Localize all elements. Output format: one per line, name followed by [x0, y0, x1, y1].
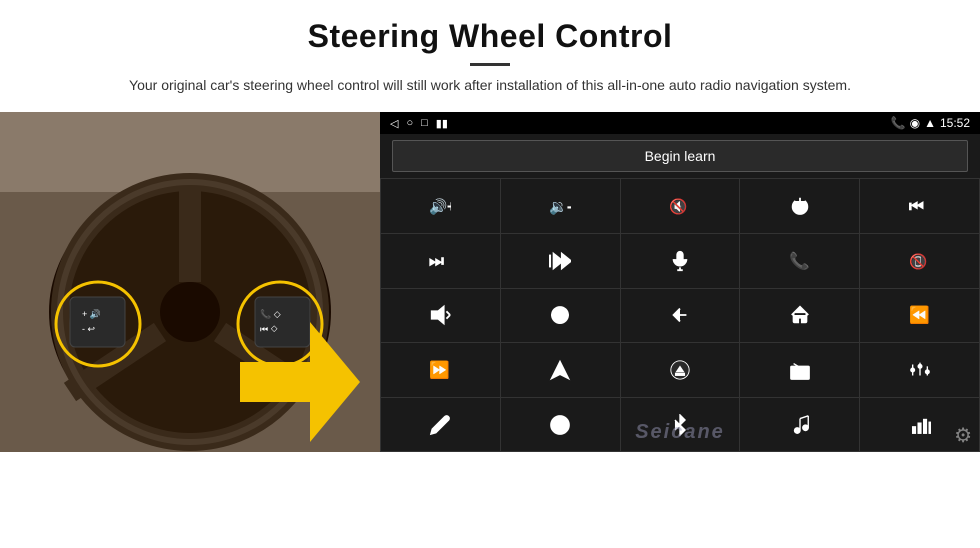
horn-button[interactable] — [381, 289, 500, 343]
android-ui-panel: ◁ ○ □ ▮▮ 📞 ◉ ▲ 15:52 Begin learn — [380, 112, 980, 452]
mute-button[interactable]: 🔇 — [621, 179, 740, 233]
radio-button[interactable] — [740, 343, 859, 397]
home-button[interactable] — [740, 289, 859, 343]
phone-icon: 📞 — [891, 116, 906, 130]
status-right: 📞 ◉ ▲ 15:52 — [891, 116, 970, 130]
svg-text:⏪: ⏪ — [909, 306, 930, 325]
page: Steering Wheel Control Your original car… — [0, 0, 980, 548]
vol-up-button[interactable]: 🔊+ — [381, 179, 500, 233]
svg-text:⏮: ⏮ — [909, 198, 924, 216]
page-title: Steering Wheel Control — [60, 18, 920, 55]
steering-wheel-panel: + 🔊 - ↩ 📞 ◇ ⏮ ◇ — [0, 112, 380, 452]
svg-text:📵: 📵 — [909, 252, 927, 270]
eq-button[interactable] — [860, 343, 979, 397]
content-area: + 🔊 - ↩ 📞 ◇ ⏮ ◇ ◁ — [0, 112, 980, 548]
hang-up-button[interactable]: 📵 — [860, 234, 979, 288]
status-left: ◁ ○ □ ▮▮ — [390, 117, 448, 130]
status-bar: ◁ ○ □ ▮▮ 📞 ◉ ▲ 15:52 — [380, 112, 980, 134]
fast-forward-button[interactable]: ⏩ — [381, 343, 500, 397]
svg-text:360°: 360° — [557, 315, 567, 320]
svg-text:🔉-: 🔉- — [549, 200, 571, 216]
back-button[interactable] — [621, 289, 740, 343]
media-icon: ▮▮ — [436, 117, 448, 130]
gear-icon[interactable]: ⚙ — [954, 423, 972, 448]
settings-circle-button[interactable] — [501, 398, 620, 452]
svg-text:⏩: ⏩ — [429, 360, 450, 379]
begin-learn-bar: Begin learn — [380, 134, 980, 178]
svg-text:🔊+: 🔊+ — [429, 198, 451, 216]
phone-call-button[interactable]: 📞 — [740, 234, 859, 288]
recent-nav-icon[interactable]: □ — [421, 117, 428, 129]
music-button[interactable] — [740, 398, 859, 452]
subtitle-text: Your original car's steering wheel contr… — [60, 74, 920, 96]
svg-text:📞 ◇: 📞 ◇ — [260, 308, 281, 319]
vol-down-button[interactable]: 🔉- — [501, 179, 620, 233]
navigate-button[interactable] — [501, 343, 620, 397]
steering-wheel-bg: + 🔊 - ↩ 📞 ◇ ⏮ ◇ — [0, 112, 380, 452]
wifi-icon: ▲ — [924, 116, 936, 130]
mic-button[interactable] — [621, 234, 740, 288]
pen-button[interactable] — [381, 398, 500, 452]
bluetooth-button[interactable] — [621, 398, 740, 452]
svg-text:🔇: 🔇 — [669, 198, 687, 216]
location-icon: ◉ — [910, 116, 920, 130]
rewind-button[interactable]: ⏪ — [860, 289, 979, 343]
svg-text:- ↩: - ↩ — [82, 324, 95, 334]
title-divider — [470, 63, 510, 66]
svg-text:⏭: ⏭ — [429, 252, 444, 270]
svg-text:📞: 📞 — [789, 250, 810, 270]
eject-button[interactable] — [621, 343, 740, 397]
prev-track-button[interactable]: ⏮ — [860, 179, 979, 233]
svg-text:⏮ ◇: ⏮ ◇ — [260, 324, 278, 334]
svg-text:+ 🔊: + 🔊 — [82, 308, 101, 320]
back-nav-icon[interactable]: ◁ — [390, 117, 398, 130]
time-display: 15:52 — [940, 116, 970, 130]
control-grid: 🔊+ 🔉- 🔇 ⏮ ⏭ — [380, 178, 980, 452]
power-button[interactable] — [740, 179, 859, 233]
steering-wheel-svg: + 🔊 - ↩ 📞 ◇ ⏮ ◇ — [0, 112, 380, 452]
ff-mute-button[interactable] — [501, 234, 620, 288]
next-track-button[interactable]: ⏭ — [381, 234, 500, 288]
header-section: Steering Wheel Control Your original car… — [0, 0, 980, 104]
view-360-button[interactable]: 360° — [501, 289, 620, 343]
begin-learn-button[interactable]: Begin learn — [392, 140, 968, 172]
home-nav-icon[interactable]: ○ — [406, 117, 413, 129]
